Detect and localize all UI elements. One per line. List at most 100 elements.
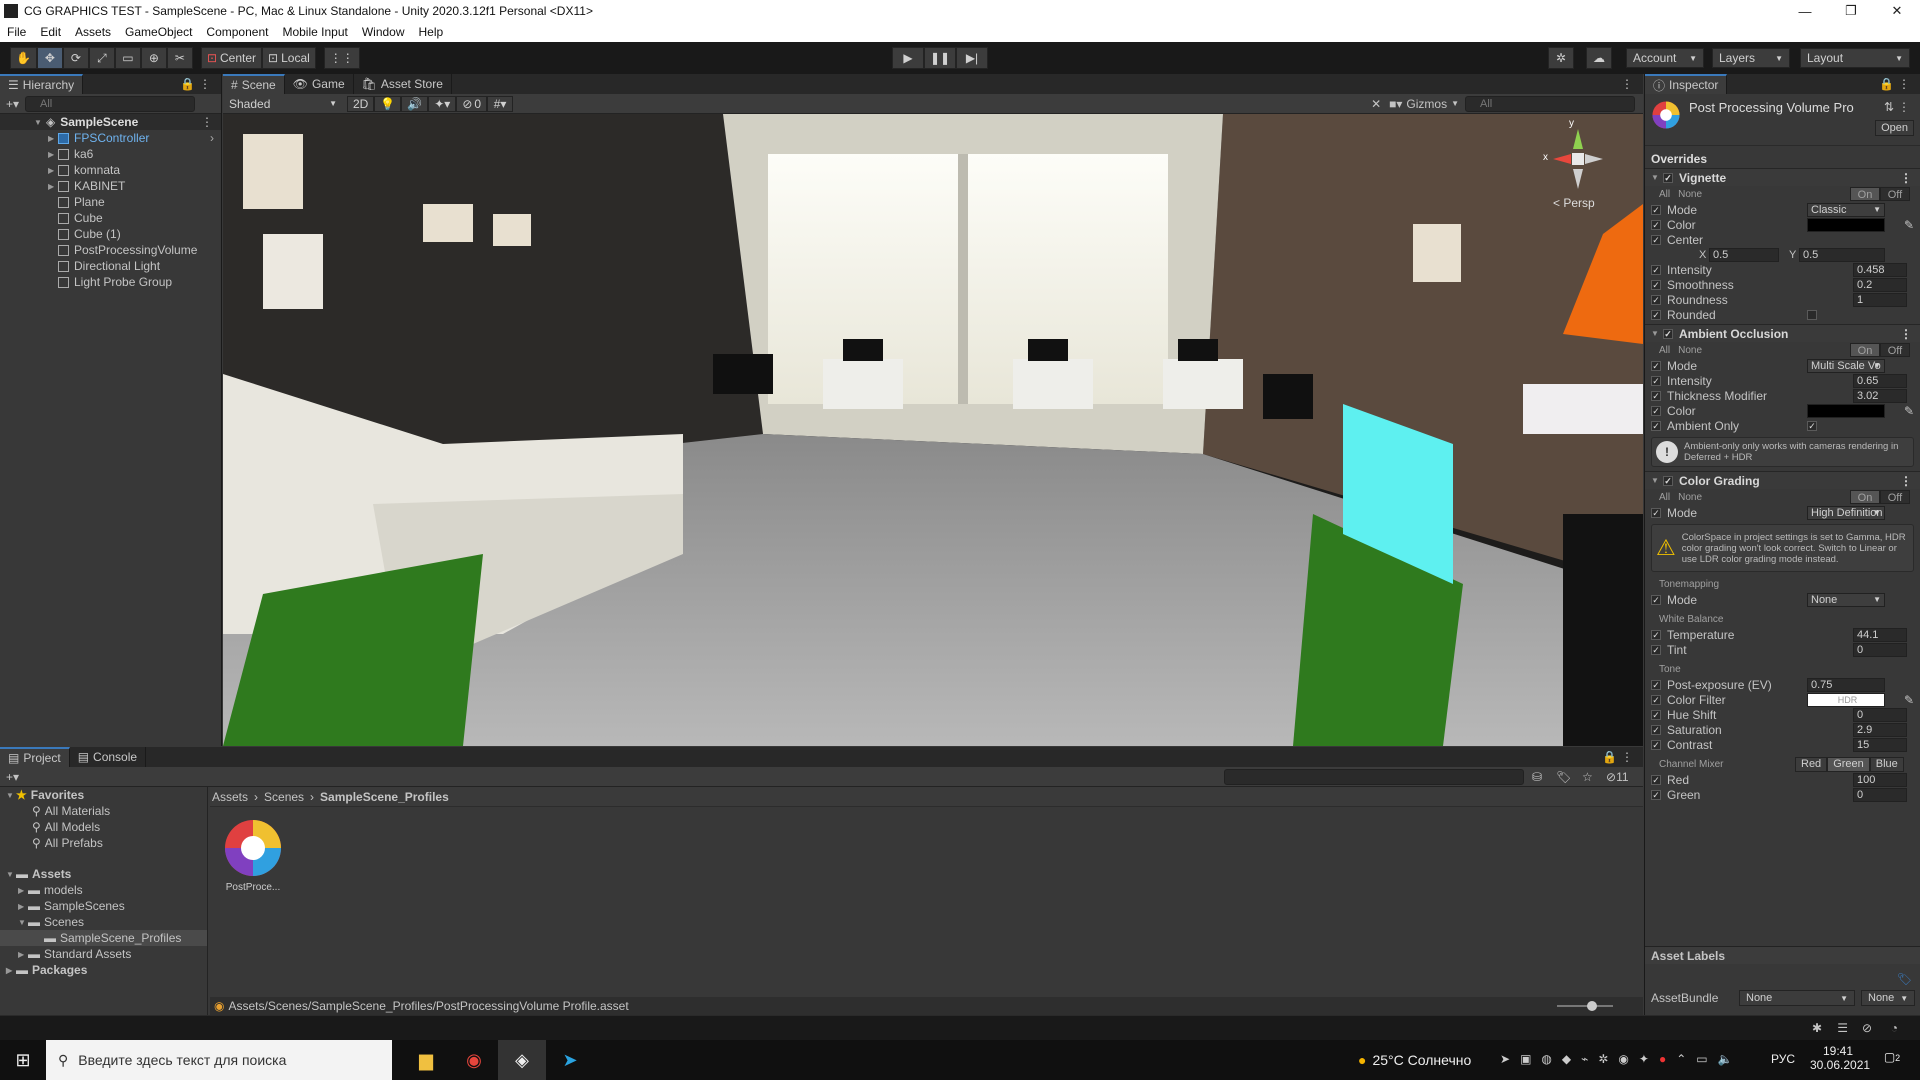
lock-icon[interactable]: 🔒: [1602, 750, 1617, 764]
fav-all-materials[interactable]: ⚲ All Materials: [0, 803, 207, 819]
tab-project[interactable]: ▤ Project: [0, 747, 70, 767]
chrome-tray-icon[interactable]: ◉: [1618, 1052, 1628, 1066]
discord-tray-icon[interactable]: ◍: [1541, 1052, 1551, 1066]
menu-file[interactable]: File: [0, 25, 33, 39]
favorites-star-icon[interactable]: ☆: [1582, 770, 1593, 784]
folder-standard-assets[interactable]: ▶ ▬ Standard Assets: [0, 946, 207, 962]
rect-tool-icon[interactable]: ▭: [114, 47, 141, 69]
fav-all-prefabs[interactable]: ⚲ All Prefabs: [0, 835, 207, 851]
menu-mobile-input[interactable]: Mobile Input: [275, 25, 354, 39]
lock-icon[interactable]: 🔒: [180, 77, 195, 91]
camera-icon[interactable]: ■▾: [1389, 97, 1402, 111]
lighting-toggle-icon[interactable]: 💡: [374, 95, 402, 112]
step-button[interactable]: ▶|: [956, 47, 988, 69]
layers-dropdown[interactable]: Layers ▼: [1712, 48, 1790, 68]
chrome-icon[interactable]: ◉: [450, 1040, 498, 1080]
contrast-field[interactable]: 15: [1853, 737, 1907, 752]
rotate-tool-icon[interactable]: ⟳: [62, 47, 89, 69]
vignette-roundness-field[interactable]: 1: [1853, 292, 1907, 307]
telegram-tray-icon[interactable]: ➤: [1500, 1052, 1510, 1066]
open-button[interactable]: Open: [1875, 120, 1914, 136]
gizmos-dropdown[interactable]: Gizmos: [1406, 97, 1447, 111]
panel-menu-icon[interactable]: ⋮: [199, 77, 211, 91]
assetbundle-dropdown[interactable]: None ▼: [1739, 990, 1855, 1006]
rounded-checkbox[interactable]: [1807, 309, 1817, 320]
hierarchy-search[interactable]: All: [25, 95, 196, 112]
language-indicator[interactable]: РУС: [1771, 1052, 1795, 1066]
assets-folder[interactable]: ▼ ▬ Assets: [0, 866, 207, 882]
center-x-field[interactable]: 0.5: [1709, 247, 1779, 262]
breadcrumb-samplescene-profiles[interactable]: SampleScene_Profiles: [320, 790, 449, 804]
hierarchy-item-postprocessingvolume[interactable]: PostProcessingVolume: [0, 242, 221, 258]
progress-icon[interactable]: ◔: [1891, 1021, 1898, 1035]
menu-component[interactable]: Component: [199, 25, 275, 39]
channel-blue-button[interactable]: Blue: [1869, 756, 1904, 772]
ao-thickness-field[interactable]: 3.02: [1853, 388, 1907, 403]
mixer-green-field[interactable]: 0: [1853, 787, 1907, 802]
menu-help[interactable]: Help: [412, 25, 451, 39]
tab-asset-store[interactable]: 🛍 Asset Store: [354, 74, 452, 94]
ao-on-button[interactable]: On: [1850, 343, 1880, 357]
transform-tool-icon[interactable]: ⊕: [140, 47, 167, 69]
ao-section-header[interactable]: ▼ ✓ Ambient Occlusion ⋮: [1645, 324, 1920, 342]
telegram-icon[interactable]: ➤: [546, 1040, 594, 1080]
ao-color-swatch[interactable]: [1807, 403, 1885, 418]
network-tray-icon[interactable]: ⌁: [1581, 1052, 1588, 1066]
color-grading-section-header[interactable]: ▼ ✓ Color Grading ⋮: [1645, 471, 1920, 489]
icon-size-slider[interactable]: [1557, 1001, 1613, 1011]
menu-assets[interactable]: Assets: [68, 25, 118, 39]
collab-icon[interactable]: ✲: [1548, 47, 1574, 69]
hierarchy-item-cube[interactable]: Cube: [0, 210, 221, 226]
maximize-button[interactable]: ❐: [1828, 0, 1874, 22]
ao-intensity-field[interactable]: 0.65: [1853, 373, 1907, 388]
cg-on-button[interactable]: On: [1850, 490, 1880, 504]
hierarchy-item-plane[interactable]: Plane: [0, 194, 221, 210]
folder-models[interactable]: ▶ ▬ models: [0, 882, 207, 898]
close-button[interactable]: ✕: [1874, 0, 1920, 22]
center-y-field[interactable]: 0.5: [1799, 247, 1885, 262]
folder-scenes[interactable]: ▼ ▬ Scenes: [0, 914, 207, 930]
panel-menu-icon[interactable]: ⋮: [1898, 77, 1910, 91]
tint-field[interactable]: 0: [1853, 642, 1907, 657]
move-tool-icon[interactable]: ✥: [36, 47, 63, 69]
bluetooth-tray-icon[interactable]: ✲: [1598, 1052, 1608, 1066]
cloud-icon[interactable]: ☁: [1586, 47, 1612, 69]
panel-menu-icon[interactable]: ⋮: [1621, 750, 1633, 764]
scale-tool-icon[interactable]: ⤢: [88, 47, 115, 69]
tab-hierarchy[interactable]: ☰ Hierarchy: [0, 74, 84, 94]
bug-icon[interactable]: ✱: [1812, 1021, 1822, 1035]
vignette-off-button[interactable]: Off: [1880, 187, 1910, 201]
effects-toggle-icon[interactable]: ✦▾: [428, 95, 457, 112]
perspective-label[interactable]: < Persp: [1553, 196, 1595, 210]
app2-tray-icon[interactable]: ✦: [1639, 1052, 1649, 1066]
custom-tool-icon[interactable]: ✂: [166, 47, 193, 69]
tab-game[interactable]: 👁 Game: [285, 74, 354, 94]
scene-search[interactable]: All: [1465, 95, 1635, 112]
cg-mode-dropdown[interactable]: High Definition ▼: [1807, 505, 1885, 520]
volume-icon[interactable]: 🔈: [1718, 1052, 1733, 1066]
folder-samplescenes[interactable]: ▶ ▬ SampleScenes: [0, 898, 207, 914]
ao-mode-dropdown[interactable]: Multi Scale Vo ▼: [1807, 358, 1885, 373]
play-button[interactable]: ▶: [892, 47, 924, 69]
mixer-red-field[interactable]: 100: [1853, 772, 1907, 787]
vignette-smoothness-field[interactable]: 0.2: [1853, 277, 1907, 292]
audio-toggle-icon[interactable]: 🔊: [401, 95, 429, 112]
hierarchy-item-directional-light[interactable]: Directional Light: [0, 258, 221, 274]
windows-start-icon[interactable]: ⊞: [0, 1040, 46, 1080]
vignette-intensity-field[interactable]: 0.458: [1853, 262, 1907, 277]
scene-viewport[interactable]: y x < Persp: [223, 114, 1643, 746]
tab-scene[interactable]: # Scene: [223, 74, 285, 94]
cg-off-button[interactable]: Off: [1880, 490, 1910, 504]
packages-folder[interactable]: ▶ ▬ Packages: [0, 962, 207, 978]
inspector-menu-icon[interactable]: ⋮: [1898, 100, 1910, 114]
shading-mode-dropdown[interactable]: Shaded ▼: [223, 94, 343, 114]
channel-red-button[interactable]: Red: [1795, 756, 1828, 772]
scene-menu-icon[interactable]: ⋮: [201, 115, 213, 129]
hue-shift-field[interactable]: 0: [1853, 707, 1907, 722]
vignette-section-header[interactable]: ▼ ✓ Vignette ⋮: [1645, 168, 1920, 186]
layout-dropdown[interactable]: Layout ▼: [1800, 48, 1910, 68]
hierarchy-item-light-probe-group[interactable]: Light Probe Group: [0, 274, 221, 290]
grid-snap-icon[interactable]: ⋮⋮: [323, 47, 360, 69]
color-filter-swatch[interactable]: HDR: [1807, 692, 1885, 707]
folder-samplescene-profiles[interactable]: ▬ SampleScene_Profiles: [0, 930, 207, 946]
